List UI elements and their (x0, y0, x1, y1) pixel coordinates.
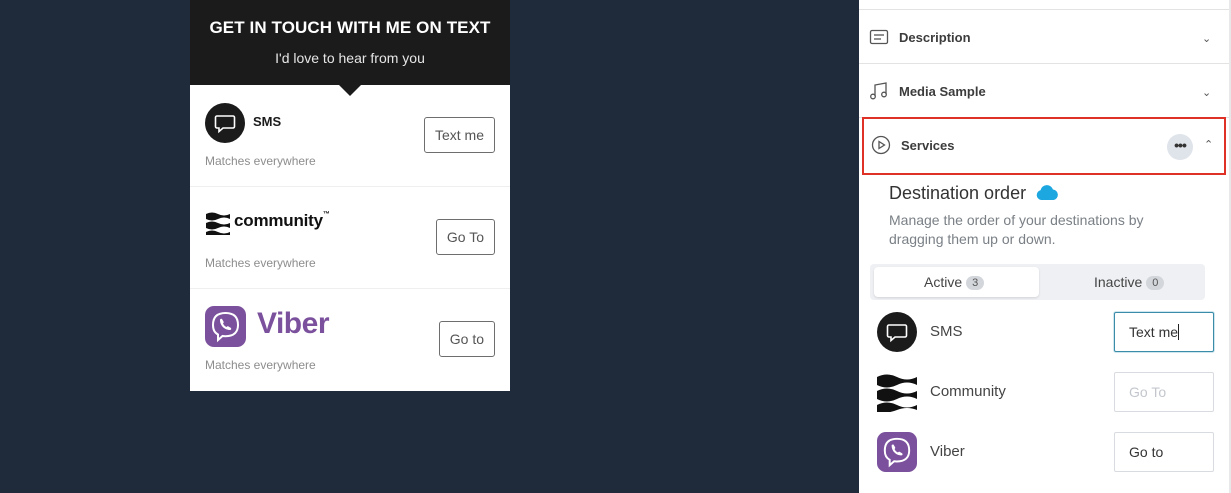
preview-row-viber: Viber Matches everywhere Go to (190, 289, 510, 391)
preview-header: GET IN TOUCH WITH ME ON TEXT I'd love to… (190, 0, 510, 85)
play-circle-icon (871, 135, 891, 155)
destination-viber-name: Viber (930, 443, 965, 460)
community-button-text-input[interactable]: Go To (1114, 372, 1214, 412)
preview-community-subtext: Matches everywhere (205, 256, 316, 270)
viber-wordmark: Viber (257, 307, 330, 340)
settings-panel: Description ⌄ Media Sample ⌄ Services ••… (859, 0, 1231, 493)
destination-row-sms[interactable]: SMS Text me (859, 302, 1229, 362)
text-me-button[interactable]: Text me (423, 117, 495, 153)
tab-inactive[interactable]: Inactive 0 (1094, 274, 1165, 290)
chat-bubble-icon (205, 103, 245, 143)
accordion-description[interactable]: Description ⌄ (859, 10, 1229, 64)
viber-logo-icon (205, 306, 246, 352)
preview-title: GET IN TOUCH WITH ME ON TEXT (209, 18, 491, 37)
accordion-media-sample-label: Media Sample (899, 84, 986, 99)
chat-bubble-icon (877, 312, 917, 352)
chevron-up-icon[interactable]: ⌃ (1204, 138, 1213, 151)
destination-row-viber[interactable]: Viber Go to (859, 422, 1229, 482)
go-to-viber-button[interactable]: Go to (438, 321, 495, 357)
destination-community-name: Community (930, 383, 1006, 400)
preview-row-community: community™ Matches everywhere Go To (190, 187, 510, 289)
destination-sms-name: SMS (930, 323, 963, 340)
preview-sms-subtext: Matches everywhere (205, 154, 316, 168)
destination-order-title: Destination order (889, 183, 1027, 203)
preview-subtitle: I'd love to hear from you (275, 50, 425, 66)
cloud-icon (1036, 185, 1058, 200)
chevron-down-icon: ⌄ (1202, 33, 1212, 45)
go-to-community-button[interactable]: Go To (435, 219, 495, 255)
music-note-icon (870, 82, 887, 100)
contact-preview-card: GET IN TOUCH WITH ME ON TEXT I'd love to… (190, 0, 510, 391)
community-logo-icon (877, 374, 917, 412)
destination-row-community[interactable]: Community Go To (859, 362, 1229, 422)
destination-tabs: Active 3 Inactive 0 (870, 264, 1205, 300)
tab-active[interactable]: Active 3 (924, 274, 985, 290)
accordion-description-label: Description (899, 30, 971, 45)
viber-button-text-input[interactable]: Go to (1114, 432, 1214, 472)
accordion-media-sample[interactable]: Media Sample ⌄ (859, 64, 1229, 118)
accordion-top-edge (859, 0, 1229, 10)
preview-viber-subtext: Matches everywhere (205, 358, 316, 372)
chevron-down-icon: ⌄ (1202, 87, 1212, 99)
header-notch (339, 85, 361, 96)
sms-button-text-input[interactable]: Text me (1114, 312, 1214, 352)
more-options-button[interactable]: ••• (1167, 134, 1193, 160)
accordion-services-label: Services (901, 138, 955, 153)
community-wordmark: community™ (234, 211, 330, 230)
tab-inactive-count: 0 (1146, 276, 1165, 290)
community-logo-icon (205, 211, 231, 240)
text-lines-icon (869, 29, 889, 45)
preview-row-sms: SMS Matches everywhere Text me (190, 85, 510, 187)
tab-active-count: 3 (966, 276, 985, 290)
destination-order-description: Manage the order of your destinations by… (889, 212, 1144, 247)
preview-sms-name: SMS (253, 114, 282, 129)
accordion-services[interactable]: Services ••• ⌃ (862, 117, 1226, 175)
viber-logo-icon (877, 432, 917, 472)
